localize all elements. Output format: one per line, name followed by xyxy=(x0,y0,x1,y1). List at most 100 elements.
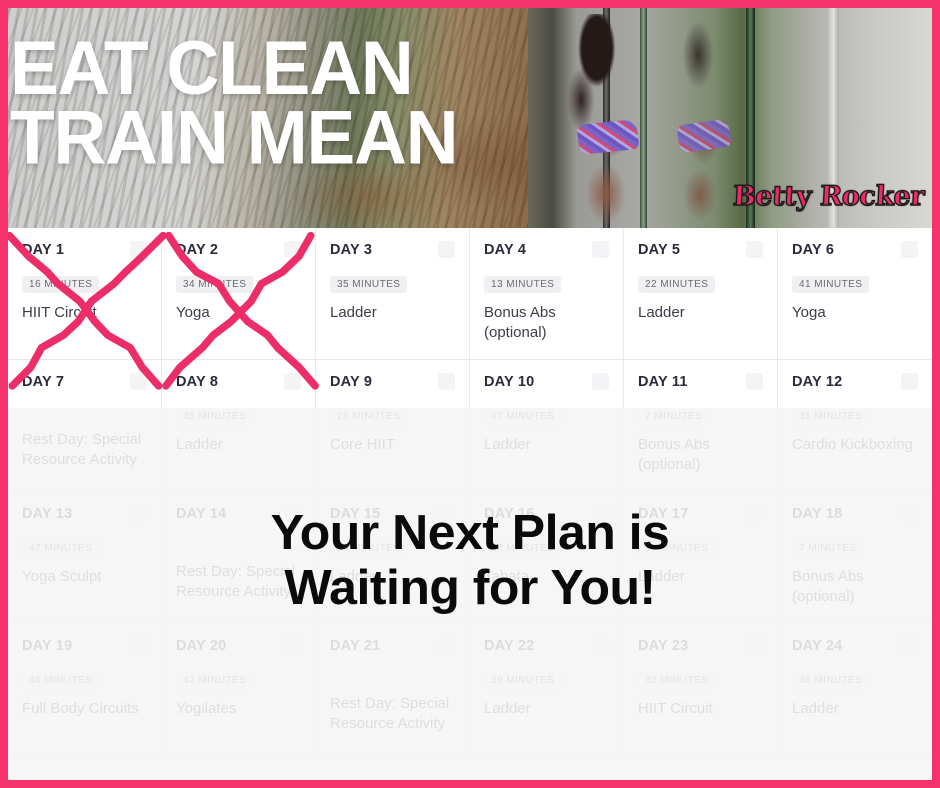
duration-badge: 41 MINUTES xyxy=(792,276,870,293)
day-card-header: DAY 11 xyxy=(638,373,763,394)
duration-badge: 34 MINUTES xyxy=(176,276,254,293)
banner-trail-photo: EAT CLEAN TRAIN MEAN xyxy=(8,8,528,228)
day-card[interactable]: DAY 23 32 MINUTES HIIT Circuit xyxy=(624,624,778,756)
duration-badge: 31 MINUTES xyxy=(792,408,870,425)
day-label: DAY 15 xyxy=(330,506,381,522)
activity-name: Ladder xyxy=(638,568,685,585)
day-label: DAY 2 xyxy=(176,242,219,258)
day-card-header: DAY 22 xyxy=(484,637,609,658)
day-complete-checkbox[interactable] xyxy=(438,373,455,390)
day-card[interactable]: DAY 2 34 MINUTES Yoga xyxy=(162,228,316,360)
duration-badge: 13 MINUTES xyxy=(484,276,562,293)
day-card[interactable]: DAY 8 45 MINUTES Ladder xyxy=(162,360,316,492)
day-card-header: DAY 10 xyxy=(484,373,609,394)
day-card[interactable]: DAY 20 42 MINUTES Yogilates xyxy=(162,624,316,756)
day-complete-checkbox[interactable] xyxy=(901,241,918,258)
day-card[interactable]: DAY 11 7 MINUTES Bonus Abs (optional) xyxy=(624,360,778,492)
day-complete-checkbox[interactable] xyxy=(592,373,609,390)
day-card[interactable]: DAY 12 31 MINUTES Cardio Kickboxing xyxy=(778,360,932,492)
day-complete-checkbox[interactable] xyxy=(284,505,301,522)
day-card-header: DAY 8 xyxy=(176,373,301,394)
day-card[interactable]: DAY 19 48 MINUTES Full Body Circuits xyxy=(8,624,162,756)
day-complete-checkbox[interactable] xyxy=(746,637,763,654)
duration-badge: 48 MINUTES xyxy=(22,672,100,689)
day-card-header: DAY 9 xyxy=(330,373,455,394)
day-card[interactable]: DAY 18 7 MINUTES Bonus Abs (optional) xyxy=(778,492,932,624)
day-complete-checkbox[interactable] xyxy=(438,241,455,258)
activity-name: Full Body Circuits xyxy=(22,700,139,717)
day-complete-checkbox[interactable] xyxy=(592,637,609,654)
day-card[interactable]: DAY 9 28 MINUTES Core HIIT xyxy=(316,360,470,492)
day-card[interactable]: DAY 6 41 MINUTES Yoga xyxy=(778,228,932,360)
day-card[interactable]: DAY 17 35 MINUTES Ladder xyxy=(624,492,778,624)
day-complete-checkbox[interactable] xyxy=(284,373,301,390)
activity-name: Tabata xyxy=(484,568,530,585)
day-label: DAY 13 xyxy=(22,506,73,522)
athlete-shorts-reflection xyxy=(676,118,732,154)
day-complete-checkbox[interactable] xyxy=(901,505,918,522)
day-label: DAY 16 xyxy=(484,506,535,522)
day-complete-checkbox[interactable] xyxy=(746,241,763,258)
banner-headline: EAT CLEAN TRAIN MEAN xyxy=(10,26,459,181)
day-card[interactable]: DAY 4 13 MINUTES Bonus Abs (optional) xyxy=(470,228,624,360)
day-label: DAY 17 xyxy=(638,506,689,522)
duration-badge: 32 MINUTES xyxy=(638,672,716,689)
day-complete-checkbox[interactable] xyxy=(901,637,918,654)
day-card[interactable]: DAY 3 35 MINUTES Ladder xyxy=(316,228,470,360)
day-card[interactable]: DAY 21 Rest Day: Special Resource Activit… xyxy=(316,624,470,756)
day-card[interactable]: DAY 14 Rest Day: Special Resource Activit… xyxy=(162,492,316,624)
day-complete-checkbox[interactable] xyxy=(130,241,147,258)
day-card[interactable]: DAY 24 46 MINUTES Ladder xyxy=(778,624,932,756)
day-complete-checkbox[interactable] xyxy=(901,373,918,390)
duration-badge: 22 MINUTES xyxy=(484,540,562,557)
duration-badge: 35 MINUTES xyxy=(330,276,408,293)
day-card[interactable]: DAY 7 Rest Day: Special Resource Activity xyxy=(8,360,162,492)
calendar-week-row: DAY 19 48 MINUTES Full Body Circuits DAY 20… xyxy=(8,624,932,756)
betty-rocker-watermark: Betty Rocker xyxy=(731,180,925,212)
day-card-header: DAY 23 xyxy=(638,637,763,658)
day-label: DAY 11 xyxy=(638,374,688,390)
activity-name: Cardio Kickboxing xyxy=(792,436,913,453)
day-complete-checkbox[interactable] xyxy=(746,505,763,522)
workout-plan-page: EAT CLEAN TRAIN MEAN Betty Rocker DAY 11… xyxy=(0,0,940,788)
activity-name: Bonus Abs (optional) xyxy=(484,304,556,341)
day-complete-checkbox[interactable] xyxy=(746,373,763,390)
day-card-header: DAY 18 xyxy=(792,505,918,526)
day-complete-checkbox[interactable] xyxy=(284,637,301,654)
workout-calendar-grid: DAY 1 16 MINUTES HIIT Circuit DAY 2 34 MINUT… xyxy=(8,228,932,756)
day-label: DAY 12 xyxy=(792,374,843,390)
day-complete-checkbox[interactable] xyxy=(438,637,455,654)
day-label: DAY 24 xyxy=(792,638,843,654)
duration-badge: 35 MINUTES xyxy=(638,540,716,557)
athlete-shorts xyxy=(576,118,640,156)
day-label: DAY 4 xyxy=(484,242,527,258)
banner-athlete-photo: Betty Rocker xyxy=(528,8,932,228)
day-card-header: DAY 4 xyxy=(484,241,609,262)
activity-name: Ladder xyxy=(792,700,839,717)
day-label: DAY 3 xyxy=(330,242,373,258)
day-complete-checkbox[interactable] xyxy=(130,373,147,390)
day-card[interactable]: DAY 13 47 MINUTES Yoga Sculpt xyxy=(8,492,162,624)
day-complete-checkbox[interactable] xyxy=(592,505,609,522)
day-complete-checkbox[interactable] xyxy=(130,637,147,654)
day-complete-checkbox[interactable] xyxy=(284,241,301,258)
day-complete-checkbox[interactable] xyxy=(130,505,147,522)
athlete-figure xyxy=(552,14,664,228)
day-card[interactable]: DAY 1 16 MINUTES HIIT Circuit xyxy=(8,228,162,360)
day-label: DAY 19 xyxy=(22,638,73,654)
day-label: DAY 21 xyxy=(330,638,381,654)
day-complete-checkbox[interactable] xyxy=(592,241,609,258)
day-card[interactable]: DAY 5 22 MINUTES Ladder xyxy=(624,228,778,360)
day-complete-checkbox[interactable] xyxy=(438,505,455,522)
activity-name: HIIT Circuit xyxy=(638,700,713,717)
day-card-header: DAY 19 xyxy=(22,637,147,658)
day-card[interactable]: DAY 10 47 MINUTES Ladder xyxy=(470,360,624,492)
day-card[interactable]: DAY 22 39 MINUTES Ladder xyxy=(470,624,624,756)
duration-badge: 45 MINUTES xyxy=(176,408,254,425)
duration-badge: 7 MINUTES xyxy=(638,408,710,425)
day-card[interactable]: DAY 15 53 MINUTES Ladder xyxy=(316,492,470,624)
day-card[interactable]: DAY 16 22 MINUTES Tabata xyxy=(470,492,624,624)
day-card-header: DAY 2 xyxy=(176,241,301,262)
day-label: DAY 1 xyxy=(22,242,65,258)
day-label: DAY 6 xyxy=(792,242,835,258)
